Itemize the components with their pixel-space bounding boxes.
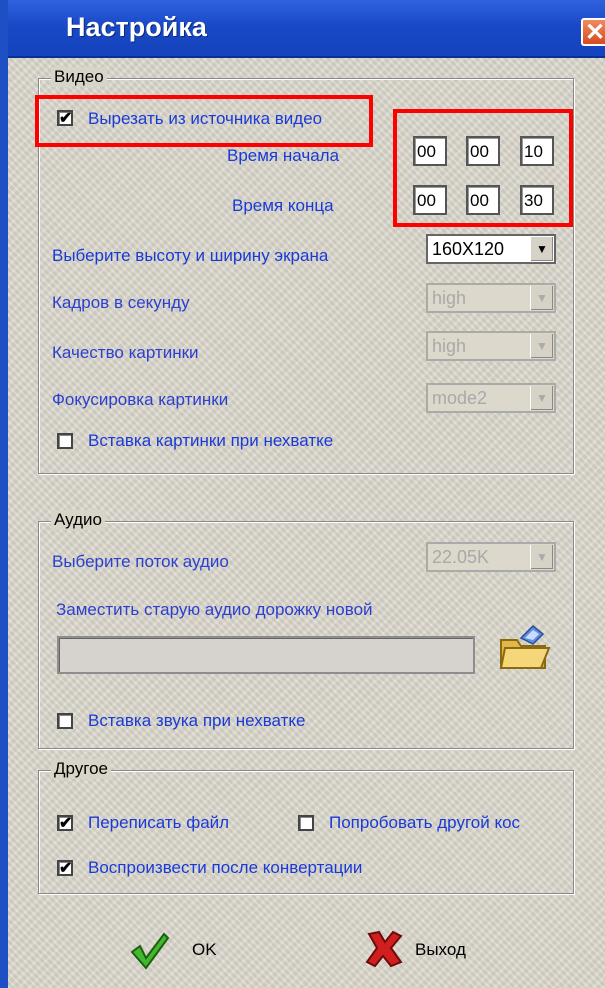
chevron-down-icon[interactable]: ▼ (530, 386, 553, 410)
window-title: Настройка (66, 12, 207, 42)
resolution-label: Выберите высоту и ширину экрана (52, 246, 329, 265)
start-time-label: Время начала (227, 146, 340, 165)
insert-picture-checkbox[interactable] (57, 433, 73, 449)
end-hours-input[interactable]: 00 (413, 185, 447, 215)
insert-sound-checkbox[interactable] (57, 713, 73, 729)
ok-label: OK (192, 940, 217, 959)
resolution-value: 160X120 (432, 239, 505, 259)
focus-select[interactable]: mode2 ▼ (426, 383, 556, 413)
quality-value: high (432, 336, 467, 356)
end-minutes-input[interactable]: 00 (466, 185, 500, 215)
end-time-label: Время конца (232, 196, 334, 215)
quality-select[interactable]: high ▼ (426, 331, 556, 361)
video-group-label: Видео (51, 67, 107, 87)
overwrite-file-checkbox[interactable] (57, 813, 73, 833)
other-group-label: Другое (51, 759, 112, 779)
x-icon (365, 930, 403, 968)
fps-label: Кадров в секунду (52, 293, 190, 312)
quality-label: Качество картинки (52, 343, 199, 362)
end-seconds-input[interactable]: 30 (520, 185, 554, 215)
chevron-down-icon[interactable]: ▼ (530, 286, 553, 310)
overwrite-file-label[interactable]: Переписать файл (88, 813, 229, 833)
resolution-select[interactable]: 160X120 ▼ (426, 234, 556, 264)
play-after-checkbox[interactable] (57, 858, 73, 878)
audio-stream-value: 22.05K (432, 547, 490, 567)
fps-select[interactable]: high ▼ (426, 283, 556, 313)
checkmark-icon (130, 932, 170, 970)
cut-source-checkbox[interactable] (57, 108, 73, 128)
start-seconds-input[interactable]: 10 (520, 136, 554, 166)
start-hours-input[interactable]: 00 (413, 136, 447, 166)
play-after-label[interactable]: Воспроизвести после конвертации (88, 858, 362, 878)
exit-label: Выход (415, 940, 466, 959)
replace-audio-label: Заместить старую аудио дорожку новой (56, 600, 373, 619)
exit-button[interactable]: Выход (363, 928, 503, 972)
insert-sound-label[interactable]: Вставка звука при нехватке (88, 711, 306, 731)
chevron-down-icon[interactable]: ▼ (530, 334, 553, 358)
try-codec-label[interactable]: Попробовать другой кос (329, 813, 561, 833)
audio-group-label: Аудио (51, 510, 105, 530)
close-button[interactable]: ✕ (581, 18, 605, 46)
insert-picture-label[interactable]: Вставка картинки при нехватке (88, 431, 333, 451)
audio-stream-label: Выберите поток аудио (52, 552, 229, 571)
title-bar[interactable]: Настройка ✕ (8, 0, 605, 58)
audio-file-path-field[interactable] (57, 636, 475, 674)
window-left-border (0, 0, 8, 988)
focus-value: mode2 (432, 388, 488, 408)
try-codec-checkbox[interactable] (298, 815, 314, 831)
fps-value: high (432, 288, 467, 308)
audio-stream-select[interactable]: 22.05K ▼ (426, 542, 556, 572)
start-minutes-input[interactable]: 00 (466, 136, 500, 166)
focus-label: Фокусировка картинки (52, 390, 229, 409)
dialog-client-area: Видео Вырезать из источника видео Время … (8, 58, 605, 988)
ok-button[interactable]: OK (128, 928, 248, 972)
cut-source-label[interactable]: Вырезать из источника видео (88, 109, 322, 129)
chevron-down-icon[interactable]: ▼ (530, 545, 553, 569)
chevron-down-icon[interactable]: ▼ (530, 237, 553, 261)
open-folder-icon[interactable] (495, 618, 555, 678)
